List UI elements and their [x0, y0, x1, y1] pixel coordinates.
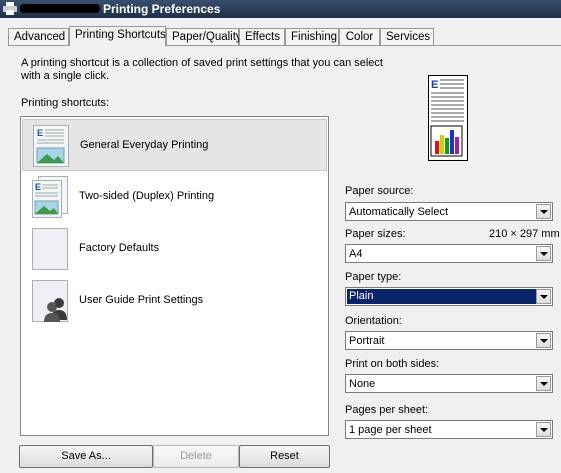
delete-button[interactable]: Delete — [153, 445, 239, 468]
tab-finishing[interactable]: Finishing — [285, 28, 339, 45]
paper-source-dropdown[interactable]: Automatically Select — [345, 202, 553, 221]
pages-per-sheet-dropdown[interactable]: 1 page per sheet — [345, 420, 553, 439]
orientation-label: Orientation: — [345, 315, 402, 327]
shortcuts-description: A printing shortcut is a collection of s… — [21, 57, 383, 82]
paper-type-dropdown[interactable]: Plain — [345, 287, 553, 306]
tab-printing-shortcuts[interactable]: Printing Shortcuts — [69, 26, 166, 46]
page-preview-icon: E — [428, 75, 468, 161]
shortcuts-list-label: Printing shortcuts: — [21, 97, 110, 109]
blank-page-icon — [32, 228, 68, 270]
dropdown-value: Automatically Select — [349, 206, 449, 218]
shortcut-item-factory-defaults[interactable]: Factory Defaults — [22, 223, 327, 275]
chevron-down-icon[interactable] — [536, 376, 551, 391]
svg-text:E: E — [37, 128, 43, 138]
dropdown-value: 1 page per sheet — [349, 424, 432, 436]
tab-color[interactable]: Color — [339, 28, 380, 45]
chevron-down-icon[interactable] — [536, 333, 551, 348]
redacted-printer-name — [20, 4, 100, 13]
window-title: Printing Preferences — [103, 2, 221, 16]
pages-per-sheet-label: Pages per sheet: — [345, 404, 429, 416]
shortcut-item-user-guide[interactable]: User Guide Print Settings — [22, 275, 327, 327]
reset-button[interactable]: Reset — [239, 445, 330, 468]
tab-paper-quality[interactable]: Paper/Quality — [166, 28, 242, 45]
paper-source-label: Paper source: — [345, 185, 414, 197]
orientation-dropdown[interactable]: Portrait — [345, 331, 553, 350]
tab-effects[interactable]: Effects — [239, 28, 285, 45]
printer-icon — [3, 2, 17, 15]
chevron-down-icon[interactable] — [536, 204, 551, 219]
shortcut-label: General Everyday Printing — [80, 139, 209, 151]
dropdown-value: None — [349, 378, 376, 390]
duplex-printing-icon: E — [32, 176, 68, 218]
shortcut-label: Factory Defaults — [79, 242, 160, 254]
dropdown-value: Plain — [347, 289, 536, 304]
shortcut-item-general[interactable]: E General Everyday Printing — [22, 119, 327, 171]
svg-text:E: E — [35, 182, 41, 192]
save-as-button[interactable]: Save As... — [19, 445, 153, 468]
print-both-sides-dropdown[interactable]: None — [345, 374, 553, 393]
tab-advanced[interactable]: Advanced — [8, 28, 69, 45]
general-printing-icon: E — [33, 125, 69, 167]
shortcuts-list[interactable]: E General Everyday Printing E Two-sided … — [20, 116, 329, 436]
paper-sizes-label: Paper sizes: — [345, 228, 406, 240]
dropdown-value: A4 — [349, 248, 363, 260]
print-both-sides-label: Print on both sides: — [345, 358, 440, 370]
shortcut-label: Two-sided (Duplex) Printing — [79, 190, 215, 202]
paper-sizes-dropdown[interactable]: A4 — [345, 244, 553, 263]
users-page-icon — [32, 280, 68, 322]
title-bar[interactable]: Printing Preferences — [0, 0, 561, 18]
paper-type-label: Paper type: — [345, 271, 402, 283]
chevron-down-icon[interactable] — [536, 422, 551, 437]
dropdown-value: Portrait — [349, 335, 385, 347]
shortcut-label: User Guide Print Settings — [79, 294, 204, 306]
svg-text:E: E — [431, 79, 438, 91]
tab-services[interactable]: Services — [380, 28, 434, 45]
paper-dimensions: 210 × 297 mm — [489, 228, 560, 240]
shortcut-item-duplex[interactable]: E Two-sided (Duplex) Printing — [22, 171, 327, 223]
chevron-down-icon[interactable] — [536, 289, 551, 304]
chevron-down-icon[interactable] — [536, 246, 551, 261]
